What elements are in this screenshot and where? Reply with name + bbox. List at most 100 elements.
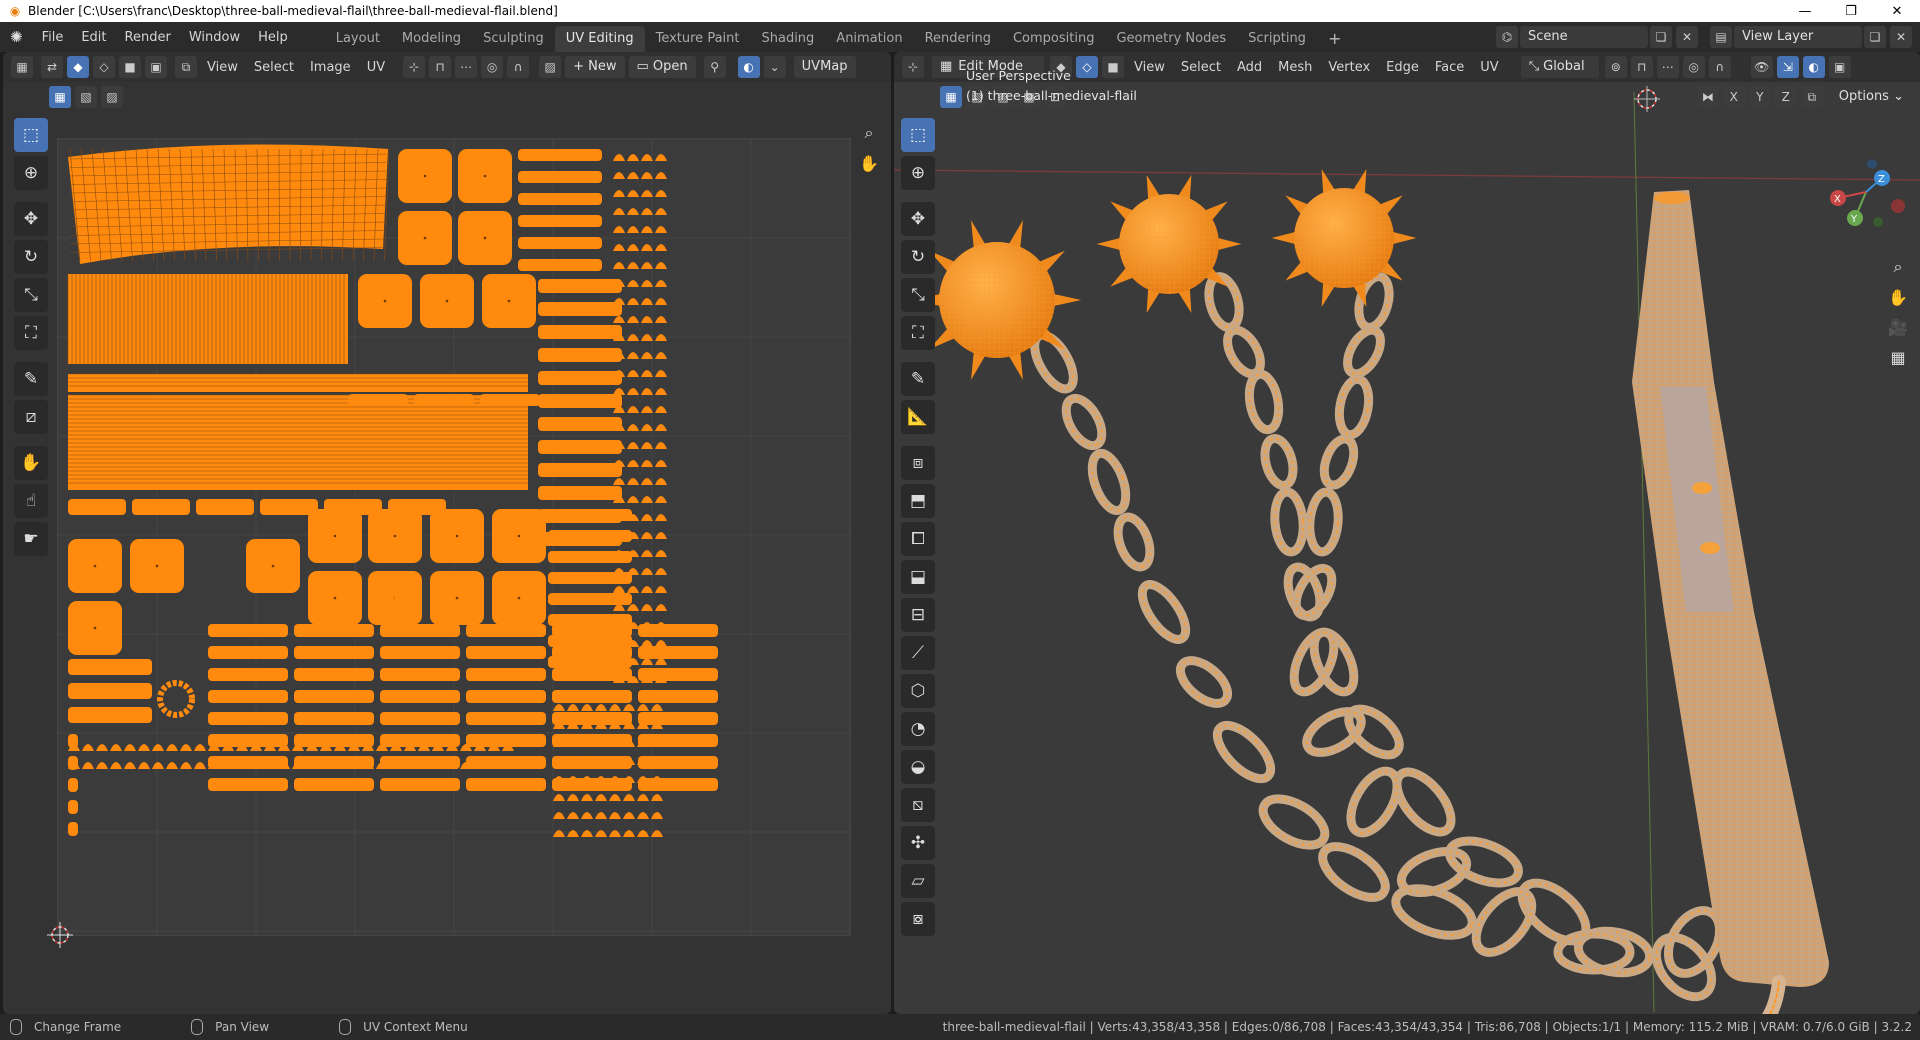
annotate-icon[interactable]: ✎ — [14, 362, 48, 396]
sync-selection-icon[interactable]: ⇄ — [41, 56, 63, 78]
uvmap-selector[interactable]: UVMap — [793, 56, 856, 78]
zoom-icon[interactable]: ⌕ — [1884, 252, 1912, 282]
new-scene-icon[interactable]: ❏ — [1650, 26, 1672, 48]
2d-cursor-icon[interactable] — [47, 922, 73, 948]
open-image-button[interactable]: ▭ Open — [628, 56, 696, 78]
transform-icon[interactable]: ⛶ — [901, 316, 935, 350]
pan-icon[interactable]: ✋ — [1884, 282, 1912, 312]
uv-menu-image[interactable]: Image — [302, 60, 359, 75]
uv-menu-uv[interactable]: UV — [359, 60, 393, 75]
select-extend-icon[interactable]: ▧ — [75, 86, 97, 108]
pan-icon[interactable]: ✋ — [855, 148, 883, 178]
edge-slide-icon[interactable]: ⧅ — [901, 788, 935, 822]
move-icon[interactable]: ✥ — [14, 202, 48, 236]
tab-uv-editing[interactable]: UV Editing — [554, 26, 645, 52]
new-view-layer-icon[interactable]: ❏ — [1864, 26, 1886, 48]
select-box-icon[interactable]: ⬚ — [901, 118, 935, 152]
maximize-button[interactable]: ❐ — [1828, 4, 1874, 19]
rip-region-icon[interactable]: ⧇ — [901, 902, 935, 936]
snap-icon[interactable]: ⊓ — [429, 56, 452, 78]
transform-icon[interactable]: ⛶ — [14, 316, 48, 350]
scene-name-field[interactable]: Scene — [1520, 26, 1648, 48]
delete-scene-icon[interactable]: ✕ — [1676, 26, 1698, 48]
tab-layout[interactable]: Layout — [325, 26, 391, 52]
falloff-icon[interactable]: ∩ — [507, 56, 530, 78]
view-layer-icon[interactable]: ▤ — [1710, 26, 1732, 48]
menu-file[interactable]: File — [33, 30, 73, 45]
uv-menu-select[interactable]: Select — [246, 60, 302, 75]
tab-texture-paint[interactable]: Texture Paint — [645, 26, 751, 52]
scene-icon[interactable]: ⌬ — [1496, 26, 1518, 48]
extrude-icon[interactable]: ⬒ — [901, 484, 935, 518]
shrink-icon[interactable]: ✣ — [901, 826, 935, 860]
view-layer-field[interactable]: View Layer — [1734, 26, 1862, 48]
navigation-gizmo[interactable]: Z Y X — [1822, 152, 1912, 252]
rotate-icon[interactable]: ↻ — [14, 240, 48, 274]
zoom-icon[interactable]: ⌕ — [855, 118, 883, 148]
island-select-icon[interactable]: ▣ — [145, 56, 167, 78]
camera-icon[interactable]: 🎥 — [1884, 312, 1912, 342]
mouse-middle-icon — [191, 1019, 204, 1035]
tab-geometry-nodes[interactable]: Geometry Nodes — [1105, 26, 1237, 52]
menu-help[interactable]: Help — [249, 30, 297, 45]
tab-compositing[interactable]: Compositing — [1002, 26, 1106, 52]
select-subtract-icon[interactable]: ▨ — [101, 86, 123, 108]
knife-icon[interactable]: ⟋ — [901, 636, 935, 670]
smooth-icon[interactable]: ◒ — [901, 750, 935, 784]
cursor-icon[interactable]: ⊕ — [14, 156, 48, 190]
3d-cursor-icon[interactable] — [1634, 86, 1660, 112]
select-box-icon[interactable]: ⬚ — [14, 118, 48, 152]
measure-icon[interactable]: 📐 — [901, 400, 935, 434]
select-new-icon[interactable]: ▦ — [49, 86, 71, 108]
rip-icon[interactable]: ⧄ — [14, 400, 48, 434]
scale-icon[interactable]: ⤡ — [901, 278, 935, 312]
proportional-edit-icon[interactable]: ◎ — [481, 56, 504, 78]
editor-type-icon[interactable]: ▦ — [11, 56, 33, 78]
close-button[interactable]: ✕ — [1874, 4, 1920, 19]
bevel-icon[interactable]: ⬓ — [901, 560, 935, 594]
overlays-dropdown-icon[interactable]: ⌄ — [763, 56, 786, 78]
grab-icon[interactable]: ✋ — [14, 446, 48, 480]
add-workspace-button[interactable]: + — [1317, 26, 1352, 52]
blender-menu-icon[interactable]: ✺ — [10, 28, 23, 46]
delete-view-layer-icon[interactable]: ✕ — [1890, 26, 1912, 48]
tab-rendering[interactable]: Rendering — [914, 26, 1002, 52]
cursor-icon[interactable]: ⊕ — [901, 156, 935, 190]
tab-sculpting[interactable]: Sculpting — [472, 26, 555, 52]
tab-shading[interactable]: Shading — [750, 26, 825, 52]
scale-icon[interactable]: ⤡ — [14, 278, 48, 312]
snap-target-icon[interactable]: ⋯ — [455, 56, 478, 78]
relax-icon[interactable]: ☝ — [14, 484, 48, 518]
overlays-icon[interactable]: ◐ — [737, 56, 760, 78]
pivot-icon[interactable]: ⊹ — [403, 56, 426, 78]
menu-render[interactable]: Render — [116, 30, 180, 45]
sticky-mode-icon[interactable]: ⧉ — [175, 56, 197, 78]
tab-animation[interactable]: Animation — [825, 26, 913, 52]
menu-window[interactable]: Window — [180, 30, 249, 45]
edge-select-icon[interactable]: ◇ — [93, 56, 115, 78]
rotate-icon[interactable]: ↻ — [901, 240, 935, 274]
menu-edit[interactable]: Edit — [72, 30, 115, 45]
hint-label: Pan View — [215, 1020, 270, 1034]
loop-cut-icon[interactable]: ⊟ — [901, 598, 935, 632]
tab-modeling[interactable]: Modeling — [391, 26, 472, 52]
poly-build-icon[interactable]: ⬡ — [901, 674, 935, 708]
inset-icon[interactable]: ⧠ — [901, 522, 935, 556]
tab-scripting[interactable]: Scripting — [1237, 26, 1317, 52]
vertex-select-icon[interactable]: ◆ — [67, 56, 89, 78]
uv-menu-view[interactable]: View — [199, 60, 246, 75]
perspective-toggle-icon[interactable]: ▦ — [1884, 342, 1912, 372]
pinch-icon[interactable]: ☛ — [14, 522, 48, 556]
image-browse-icon[interactable]: ▨ — [539, 56, 562, 78]
annotate-icon[interactable]: ✎ — [901, 362, 935, 396]
move-icon[interactable]: ✥ — [901, 202, 935, 236]
uv-canvas[interactable] — [57, 138, 851, 936]
pin-icon[interactable]: ⚲ — [703, 56, 726, 78]
shear-icon[interactable]: ▱ — [901, 864, 935, 898]
hint-change-frame: Change Frame — [10, 1019, 121, 1035]
minimize-button[interactable]: — — [1782, 4, 1828, 19]
face-select-icon[interactable]: ■ — [119, 56, 141, 78]
add-cube-icon[interactable]: ⧈ — [901, 446, 935, 480]
new-image-button[interactable]: + New — [565, 56, 625, 78]
spin-icon[interactable]: ◔ — [901, 712, 935, 746]
